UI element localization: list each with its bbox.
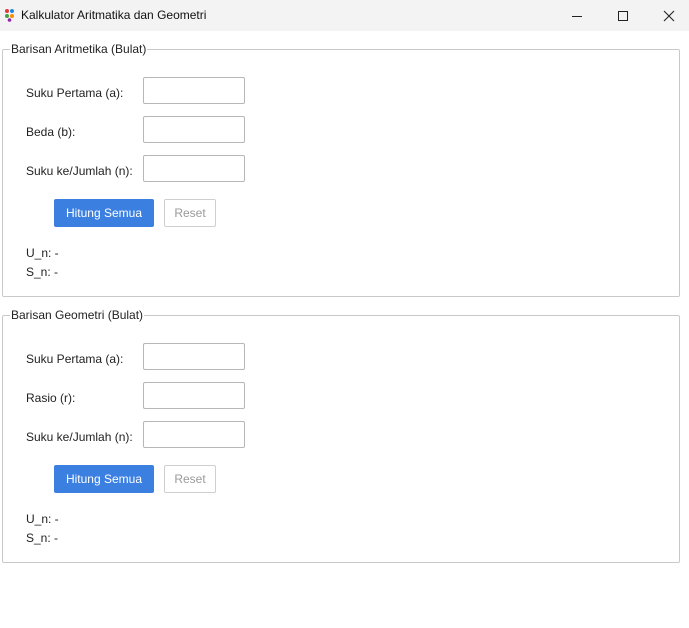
geo-ratio-label: Rasio (r): xyxy=(26,391,76,405)
arith-sn-result: S_n: - xyxy=(26,265,59,279)
geo-first-term-label: Suku Pertama (a): xyxy=(26,352,124,366)
arith-n-input[interactable] xyxy=(143,155,245,182)
close-button[interactable] xyxy=(646,0,689,31)
arith-first-term-label: Suku Pertama (a): xyxy=(26,86,124,100)
minimize-icon xyxy=(572,15,582,17)
geo-reset-button[interactable]: Reset xyxy=(164,465,216,493)
geo-first-term-input[interactable] xyxy=(143,343,245,370)
geo-calculate-button[interactable]: Hitung Semua xyxy=(54,465,154,493)
maximize-icon xyxy=(618,10,628,21)
arith-first-term-input[interactable] xyxy=(143,77,245,104)
maximize-button[interactable] xyxy=(600,0,646,31)
arith-difference-input[interactable] xyxy=(143,116,245,143)
geometric-legend: Barisan Geometri (Bulat) xyxy=(10,308,145,322)
geo-un-result: U_n: - xyxy=(26,512,59,526)
arith-difference-label: Beda (b): xyxy=(26,125,76,139)
geometric-group: Barisan Geometri (Bulat) Suku Pertama (a… xyxy=(2,308,680,563)
minimize-button[interactable] xyxy=(554,0,600,31)
arithmetic-group: Barisan Aritmetika (Bulat) Suku Pertama … xyxy=(2,42,680,297)
title-bar[interactable]: Kalkulator Aritmatika dan Geometri xyxy=(0,0,689,31)
app-dots-icon xyxy=(5,9,14,22)
arith-un-result: U_n: - xyxy=(26,246,59,260)
geo-sn-result: S_n: - xyxy=(26,531,59,545)
arith-calculate-button[interactable]: Hitung Semua xyxy=(54,199,154,227)
arith-reset-button[interactable]: Reset xyxy=(164,199,216,227)
arith-n-label: Suku ke/Jumlah (n): xyxy=(26,164,133,178)
window-title: Kalkulator Aritmatika dan Geometri xyxy=(21,8,207,22)
arithmetic-legend: Barisan Aritmetika (Bulat) xyxy=(10,42,148,56)
geo-n-label: Suku ke/Jumlah (n): xyxy=(26,430,133,444)
close-icon xyxy=(663,10,675,21)
main-content: Barisan Aritmetika (Bulat) Suku Pertama … xyxy=(0,31,689,628)
geo-n-input[interactable] xyxy=(143,421,245,448)
geo-ratio-input[interactable] xyxy=(143,382,245,409)
